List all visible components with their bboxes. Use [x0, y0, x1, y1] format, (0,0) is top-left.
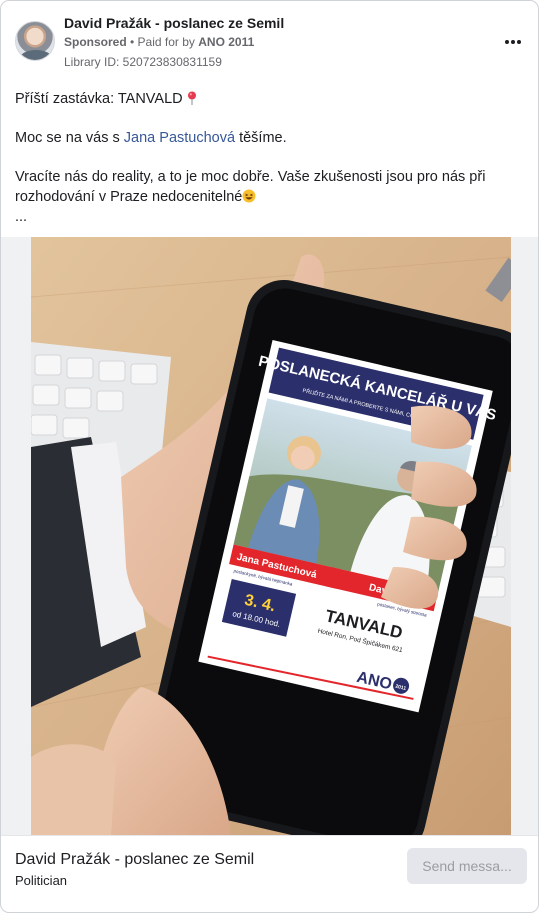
see-more-ellipsis[interactable]: ... — [15, 207, 518, 227]
footer-page-name[interactable]: David Pražák - poslanec ze Semil — [15, 851, 254, 869]
post-text: Příští zastávka: TANVALD Moc se na vás s… — [15, 89, 518, 227]
page-name-link[interactable]: David Pražák - poslanec ze Semil — [64, 15, 284, 31]
tagged-person-link[interactable]: Jana Pastuchová — [124, 130, 235, 146]
separator: • — [126, 35, 138, 49]
payer-name: ANO 2011 — [198, 35, 255, 49]
footer-category: Politician — [15, 873, 68, 888]
ad-card: David Pražák - poslanec ze Semil Sponsor… — [0, 0, 539, 913]
more-options-icon — [505, 40, 509, 44]
post-line-2: Moc se na vás s Jana Pastuchová těšíme. — [15, 130, 287, 146]
avatar[interactable] — [15, 21, 55, 61]
round-pushpin-icon — [187, 91, 196, 105]
more-options-button[interactable] — [502, 31, 524, 53]
library-id: Library ID: 520723830831159 — [64, 55, 222, 69]
ad-media-frame: POSLANECKÁ KANCELÁŘ U VÁS PŘIJĎTE ZA NÁM… — [1, 237, 538, 835]
send-message-button[interactable]: Send messa... — [407, 848, 527, 884]
paid-for-by-label: Paid for by — [137, 35, 199, 49]
post-line-1: Příští zastávka: TANVALD — [15, 89, 518, 109]
sponsor-line: Sponsored • Paid for by ANO 2011 — [64, 35, 254, 49]
post-header: David Pražák - poslanec ze Semil Sponsor… — [15, 13, 524, 71]
ad-image[interactable]: POSLANECKÁ KANCELÁŘ U VÁS PŘIJĎTE ZA NÁM… — [31, 237, 511, 835]
ad-footer: David Pražák - poslanec ze Semil Politic… — [1, 835, 538, 912]
grinning-squinting-face-icon — [242, 189, 256, 203]
sponsored-label: Sponsored — [64, 35, 127, 49]
post-line-3: Vracíte nás do reality, a to je moc dobř… — [15, 169, 486, 205]
